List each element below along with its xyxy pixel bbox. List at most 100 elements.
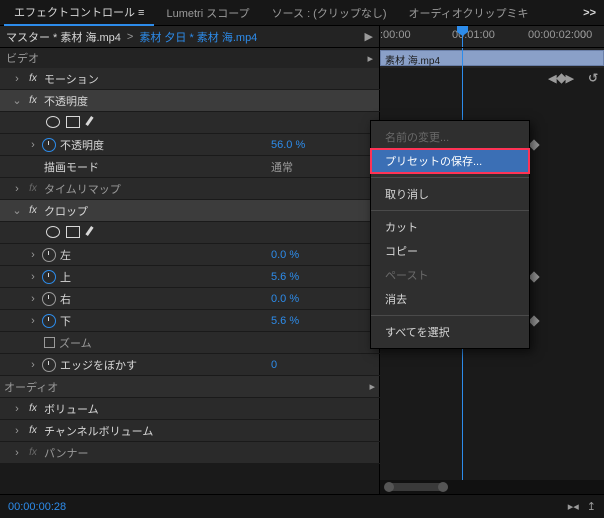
twisty-icon[interactable]: › (12, 425, 22, 437)
tab-effect-controls[interactable]: エフェクトコントロール ≡ (4, 0, 154, 26)
fx-badge-icon[interactable]: fx (26, 447, 40, 458)
twisty-icon[interactable]: ⌄ (12, 94, 22, 107)
twisty-icon[interactable]: ⌄ (12, 204, 22, 217)
stopwatch-icon[interactable] (42, 270, 56, 284)
menu-rename: 名前の変更... (371, 125, 529, 149)
sequence-clip-label[interactable]: 素材 夕日 * 素材 海.mp4 (139, 29, 257, 45)
zoom-checkbox[interactable] (44, 337, 55, 348)
fx-badge-icon[interactable]: fx (26, 73, 40, 84)
param-zoom: ズーム (59, 335, 92, 351)
menu-copy[interactable]: コピー (371, 239, 529, 263)
timeline-ruler[interactable]: :00:00 00:01:00 00:00:02:00 00 (380, 26, 604, 47)
menu-separator (371, 315, 529, 316)
zoom-handle-icon[interactable] (438, 482, 448, 492)
stopwatch-icon[interactable] (42, 358, 56, 372)
twisty-icon[interactable]: › (28, 359, 38, 371)
effect-opacity[interactable]: 不透明度 (44, 93, 88, 109)
keyframe-diamond-icon[interactable] (528, 271, 539, 282)
tab-lumetri-scopes[interactable]: Lumetri スコープ (156, 1, 259, 25)
stopwatch-icon[interactable] (42, 292, 56, 306)
menu-save-preset[interactable]: プリセットの保存... (371, 149, 529, 173)
fx-badge-icon[interactable]: fx (26, 183, 40, 194)
fx-badge-icon[interactable]: fx (26, 403, 40, 414)
value-crop-right[interactable]: 0.0 % (271, 293, 321, 305)
twisty-icon[interactable]: › (12, 447, 22, 459)
value-crop-top[interactable]: 5.6 % (271, 271, 321, 283)
ellipse-mask-icon[interactable] (46, 226, 60, 238)
effect-volume[interactable]: ボリューム (44, 401, 99, 417)
tab-audio-clip-mixer[interactable]: オーディオクリップミキ (399, 1, 539, 25)
menu-separator (371, 177, 529, 178)
mask-tools (46, 116, 100, 130)
twisty-icon[interactable]: › (28, 271, 38, 283)
ruler-tick: :00:00 (380, 29, 411, 41)
pen-mask-icon[interactable] (86, 116, 100, 130)
value-crop-left[interactable]: 0.0 % (271, 249, 321, 261)
keyframe-diamond-icon[interactable] (528, 315, 539, 326)
ellipse-mask-icon[interactable] (46, 116, 60, 128)
param-crop-right: 右 (60, 291, 71, 307)
rect-mask-icon[interactable] (66, 226, 80, 238)
toggle-track-icon[interactable]: ▸◂ (568, 500, 579, 513)
pen-mask-icon[interactable] (86, 226, 100, 240)
rect-mask-icon[interactable] (66, 116, 80, 128)
stopwatch-icon[interactable] (42, 314, 56, 328)
timeline-zoom-scrollbar[interactable] (380, 480, 604, 494)
audio-section-label[interactable]: オーディオ (4, 379, 58, 395)
twisty-icon[interactable]: › (12, 403, 22, 415)
stopwatch-icon[interactable] (42, 138, 56, 152)
value-edge-feather[interactable]: 0 (271, 359, 321, 371)
param-crop-top: 上 (60, 269, 71, 285)
reset-icon[interactable]: ↺ (588, 71, 598, 85)
ruler-tick: 00:00:02:00 (528, 29, 586, 41)
param-crop-bottom: 下 (60, 313, 71, 329)
menu-paste: ペースト (371, 263, 529, 287)
param-crop-left: 左 (60, 247, 71, 263)
value-opacity[interactable]: 56.0 % (271, 139, 321, 151)
chevron-right-icon[interactable]: ▸ (369, 380, 375, 393)
menu-undo[interactable]: 取り消し (371, 182, 529, 206)
panel-tab-bar: エフェクトコントロール ≡ Lumetri スコープ ソース : (クリップなし… (0, 0, 604, 26)
effect-motion[interactable]: モーション (44, 71, 99, 87)
twisty-icon[interactable]: › (28, 315, 38, 327)
twisty-icon[interactable]: › (12, 183, 22, 195)
play-only-toggle[interactable]: ▶ (365, 30, 373, 43)
effect-channel-volume[interactable]: チャンネルボリューム (44, 423, 153, 439)
menu-cut[interactable]: カット (371, 215, 529, 239)
twisty-icon[interactable]: › (28, 249, 38, 261)
effect-controls-panel: エフェクトコントロール ≡ Lumetri スコープ ソース : (クリップなし… (0, 0, 604, 518)
param-blend-mode: 描画モード (44, 159, 99, 175)
keyframe-nav[interactable]: ◀▶ (548, 72, 574, 85)
effect-panner[interactable]: パンナー (44, 445, 89, 461)
stopwatch-icon[interactable] (42, 248, 56, 262)
fx-badge-icon[interactable]: fx (26, 95, 40, 106)
menu-select-all[interactable]: すべてを選択 (371, 320, 529, 344)
effect-crop[interactable]: クロップ (44, 203, 88, 219)
playhead-icon[interactable] (462, 26, 463, 47)
twisty-icon[interactable]: › (28, 293, 38, 305)
panel-footer: 00:00:00:28 ▸◂ ↥ (0, 494, 604, 518)
clip-lane-row: ビデオ ▸ 素材 海.mp4 (0, 48, 604, 68)
tab-source[interactable]: ソース : (クリップなし) (262, 1, 397, 25)
param-opacity: 不透明度 (60, 137, 104, 153)
menu-separator (371, 210, 529, 211)
fx-badge-icon[interactable]: fx (26, 205, 40, 216)
param-edge-feather: エッジをぼかす (60, 357, 137, 373)
current-timecode[interactable]: 00:00:00:28 (8, 501, 66, 513)
video-section-label[interactable]: ビデオ (6, 50, 39, 66)
export-frame-icon[interactable]: ↥ (587, 500, 596, 513)
clip-bar[interactable]: 素材 海.mp4 (380, 50, 604, 66)
zoom-handle-icon[interactable] (384, 482, 394, 492)
master-clip-label: マスター * 素材 海.mp4 (6, 29, 121, 45)
chevron-right-icon[interactable]: ▸ (367, 52, 373, 65)
twisty-icon[interactable]: › (28, 139, 38, 151)
value-blend-mode[interactable]: 通常 (271, 159, 321, 175)
effect-time-remap[interactable]: タイムリマップ (44, 181, 121, 197)
menu-clear[interactable]: 消去 (371, 287, 529, 311)
fx-badge-icon[interactable]: fx (26, 425, 40, 436)
value-crop-bottom[interactable]: 5.6 % (271, 315, 321, 327)
ruler-tick: 00 (580, 29, 592, 41)
twisty-icon[interactable]: › (12, 73, 22, 85)
keyframe-diamond-icon[interactable] (528, 139, 539, 150)
tab-overflow[interactable]: >> (579, 7, 600, 19)
